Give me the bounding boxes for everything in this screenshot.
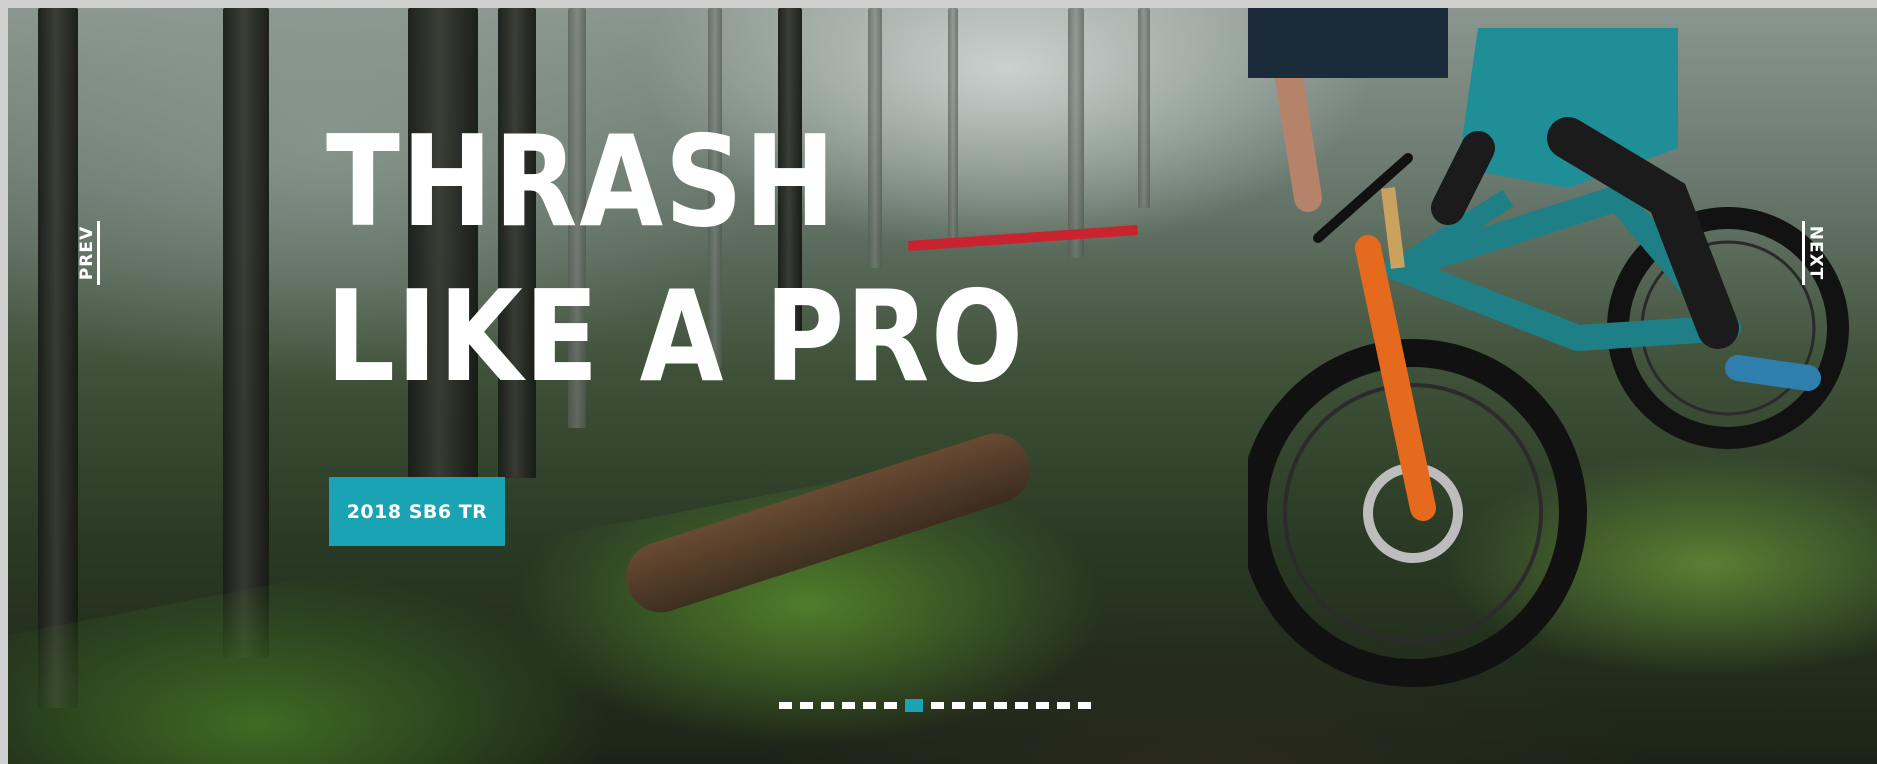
slide-dot[interactable] — [1036, 701, 1049, 709]
slide-dot[interactable] — [884, 701, 897, 709]
slide-pagination — [779, 698, 1091, 712]
headline-line-2: LIKE A PRO — [326, 263, 1025, 410]
tree-trunk — [223, 8, 269, 658]
slide-dot[interactable] — [931, 701, 944, 709]
slide-dot[interactable] — [1078, 701, 1091, 709]
hero-slider: THRASH LIKE A PRO 2018 SB6 TR PREV NEXT — [8, 8, 1877, 764]
slide-dot[interactable] — [994, 701, 1007, 709]
slide-dot[interactable] — [1015, 701, 1028, 709]
slide-dot[interactable] — [973, 701, 986, 709]
slide-dot-active[interactable] — [905, 698, 923, 712]
next-label: NEXT — [1805, 225, 1826, 281]
slide-dot[interactable] — [842, 701, 855, 709]
tree-trunk — [1138, 8, 1150, 208]
slide-dot[interactable] — [821, 701, 834, 709]
tree-trunk — [1068, 8, 1084, 258]
prev-slide-button[interactable]: PREV — [70, 221, 104, 285]
bike-rider-image — [1248, 8, 1849, 687]
headline-line-1: THRASH — [326, 108, 837, 255]
tree-trunk — [38, 8, 78, 708]
hero-headline: THRASH LIKE A PRO — [326, 104, 1025, 414]
next-slide-button[interactable]: NEXT — [1798, 221, 1832, 285]
slide-dot[interactable] — [779, 701, 792, 709]
slide-dot[interactable] — [800, 701, 813, 709]
slide-dot[interactable] — [863, 701, 876, 709]
cta-button[interactable]: 2018 SB6 TR — [329, 477, 505, 546]
prev-label: PREV — [77, 225, 98, 281]
slide-dot[interactable] — [1057, 701, 1070, 709]
slide-dot[interactable] — [952, 701, 965, 709]
